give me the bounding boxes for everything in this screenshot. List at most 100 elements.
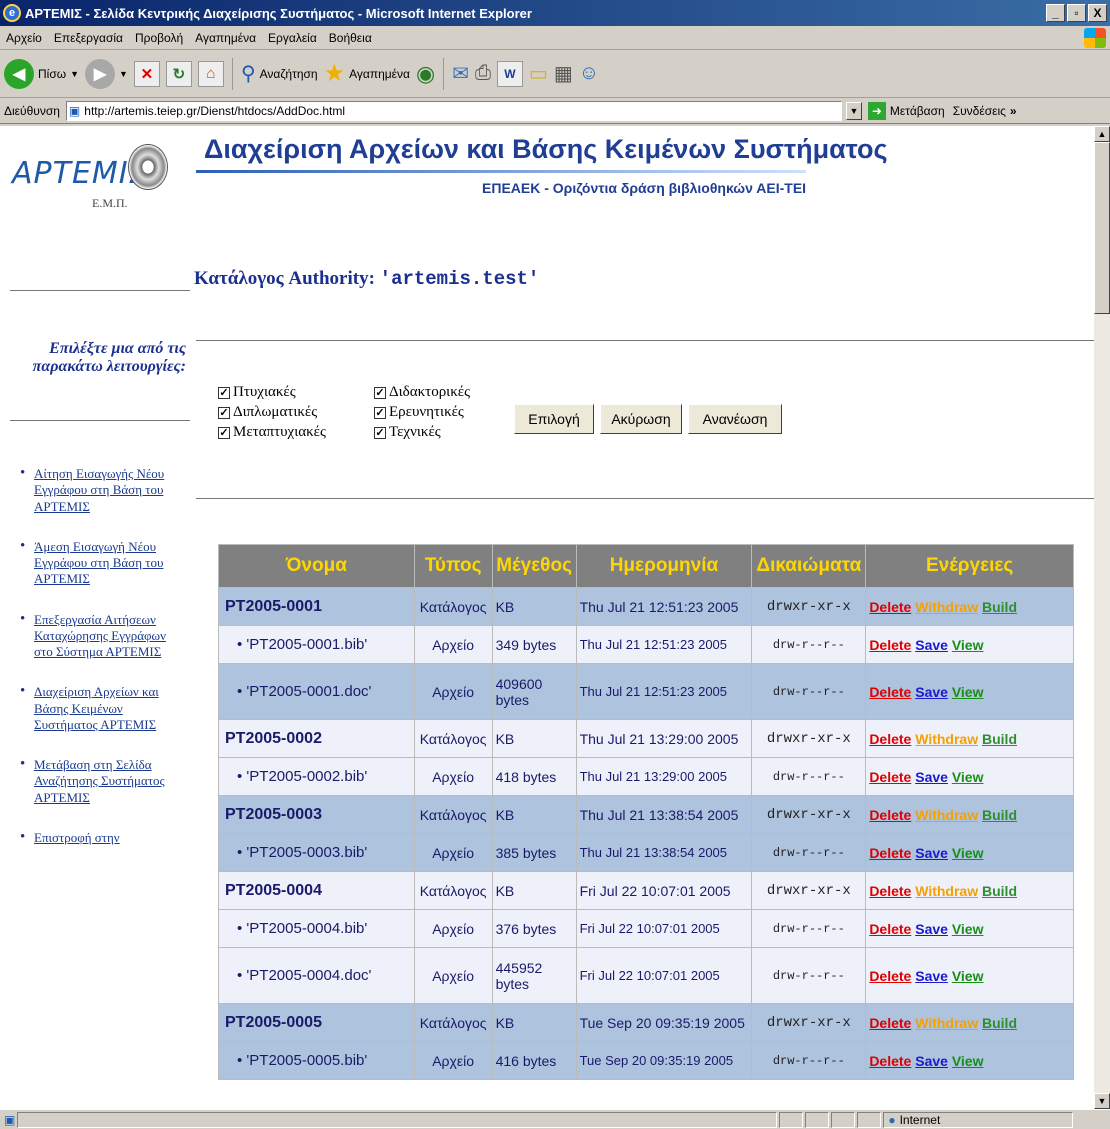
address-url[interactable]: http://artemis.teiep.gr/Dienst/htdocs/Ad… [84,104,345,118]
cell-name[interactable]: PT2005-0003 [218,795,415,834]
vertical-scrollbar[interactable]: ▲ ▼ [1094,126,1110,1109]
withdraw-link[interactable]: Withdraw [915,883,978,899]
save-link[interactable]: Save [915,684,948,700]
checkbox-checked[interactable]: ✓ [218,426,230,439]
back-button[interactable]: ◀ Πίσω ▼ [4,58,79,89]
cell-name[interactable]: PT2005-0004 [218,871,415,910]
view-link[interactable]: View [952,968,984,984]
delete-link[interactable]: Delete [869,1053,911,1069]
menu-edit[interactable]: Επεξεργασία [54,31,123,45]
links-button[interactable]: Συνδέσεις [953,104,1006,118]
checkbox-checked[interactable]: ✓ [218,406,230,419]
refresh-icon[interactable]: ↻ [165,60,192,87]
address-field[interactable]: ▣ http://artemis.teiep.gr/Dienst/htdocs/… [65,100,842,121]
withdraw-link[interactable]: Withdraw [915,807,978,823]
menu-file[interactable]: Αρχείο [6,31,42,45]
nav-link-process-requests[interactable]: Επεξεργασία Αιτήσεων Καταχώρησης Εγγράφω… [34,612,184,661]
go-button[interactable]: Μετάβαση [890,104,945,118]
checkbox-metaptyxiakes[interactable]: ✓ Μεταπτυχιακές [218,424,374,441]
column-header-permissions[interactable]: Δικαιώματα [751,544,867,588]
messenger-icon[interactable]: ☺ [579,62,599,85]
delete-link[interactable]: Delete [869,1015,911,1031]
cell-name[interactable]: • 'PT2005-0003.bib' [218,833,415,872]
print-icon[interactable]: ⎙ [475,62,491,85]
build-link[interactable]: Build [982,807,1017,823]
checkbox-checked[interactable]: ✓ [374,386,386,399]
nav-link-manage-files[interactable]: Διαχείριση Αρχείων και Βάσης Κειμένων Συ… [34,684,184,733]
nav-link-search-page[interactable]: Μετάβαση στη Σελίδα Αναζήτησης Συστήματο… [34,757,184,806]
cell-name[interactable]: • 'PT2005-0004.doc' [218,947,415,1004]
history-icon[interactable]: ◉ [416,61,435,87]
cell-name[interactable]: • 'PT2005-0005.bib' [218,1041,415,1080]
withdraw-link[interactable]: Withdraw [915,731,978,747]
delete-link[interactable]: Delete [869,968,911,984]
cancel-button[interactable]: Ακύρωση [600,404,682,434]
view-link[interactable]: View [952,845,984,861]
minimize-button[interactable]: _ [1046,4,1065,22]
mail-icon[interactable]: ✉ [452,61,469,86]
nav-link-request-insert[interactable]: Αίτηση Εισαγωγής Νέου Εγγράφου στη Βάση … [34,466,184,515]
nav-link-return[interactable]: Επιστροφή στην [34,830,184,846]
checkbox-diplomatikes[interactable]: ✓ Διπλωματικές [218,404,374,421]
save-link[interactable]: Save [915,968,948,984]
delete-link[interactable]: Delete [869,883,911,899]
build-link[interactable]: Build [982,1015,1017,1031]
delete-link[interactable]: Delete [869,921,911,937]
cell-name[interactable]: PT2005-0001 [218,587,415,626]
column-header-size[interactable]: Μέγεθος [491,544,577,588]
checkbox-checked[interactable]: ✓ [374,406,386,419]
save-link[interactable]: Save [915,921,948,937]
cell-name[interactable]: • 'PT2005-0001.bib' [218,625,415,664]
column-header-type[interactable]: Τύπος [413,544,493,588]
checkbox-checked[interactable]: ✓ [374,426,386,439]
search-button[interactable]: ⚲ Αναζήτηση [241,61,318,86]
edit-word-icon[interactable]: W [496,60,523,87]
stop-icon[interactable]: ✕ [133,60,160,87]
refresh-button[interactable]: Ανανέωση [688,404,782,434]
address-dropdown-button[interactable]: ▼ [845,101,862,120]
menu-favorites[interactable]: Αγαπημένα [195,31,256,45]
scroll-up-button[interactable]: ▲ [1094,126,1110,142]
cell-name[interactable]: • 'PT2005-0001.doc' [218,663,415,720]
folder-icon[interactable]: ▭ [529,61,548,86]
close-button[interactable]: X [1088,4,1107,22]
column-header-actions[interactable]: Ενέργειες [865,544,1074,588]
maximize-button[interactable]: ▫ [1067,4,1086,22]
favorites-button[interactable]: ★ Αγαπημένα [324,59,410,88]
view-link[interactable]: View [952,921,984,937]
delete-link[interactable]: Delete [869,599,911,615]
chevron-right-icon[interactable]: » [1010,104,1017,118]
forward-button[interactable]: ▶ ▼ [85,58,128,89]
cell-name[interactable]: PT2005-0002 [218,719,415,758]
save-link[interactable]: Save [915,845,948,861]
save-link[interactable]: Save [915,769,948,785]
view-link[interactable]: View [952,769,984,785]
checkbox-texnikes[interactable]: ✓ Τεχνικές [374,424,514,441]
delete-link[interactable]: Delete [869,731,911,747]
column-header-date[interactable]: Ημερομηνία [575,544,753,588]
view-link[interactable]: View [952,637,984,653]
withdraw-link[interactable]: Withdraw [915,1015,978,1031]
save-link[interactable]: Save [915,1053,948,1069]
research-icon[interactable]: ▦ [554,61,573,86]
checkbox-checked[interactable]: ✓ [218,386,230,399]
delete-link[interactable]: Delete [869,845,911,861]
scroll-thumb[interactable] [1094,142,1110,314]
home-icon[interactable]: ⌂ [197,60,224,87]
withdraw-link[interactable]: Withdraw [915,599,978,615]
cell-name[interactable]: • 'PT2005-0004.bib' [218,909,415,948]
build-link[interactable]: Build [982,599,1017,615]
cell-name[interactable]: PT2005-0005 [218,1003,415,1042]
menu-help[interactable]: Βοήθεια [329,31,372,45]
build-link[interactable]: Build [982,883,1017,899]
go-arrow-icon[interactable]: ➜ [867,101,886,120]
delete-link[interactable]: Delete [869,807,911,823]
checkbox-ptyxiakes[interactable]: ✓ Πτυχιακές [218,384,374,401]
view-link[interactable]: View [952,1053,984,1069]
delete-link[interactable]: Delete [869,769,911,785]
checkbox-erevnitikes[interactable]: ✓ Ερευνητικές [374,404,514,421]
view-link[interactable]: View [952,684,984,700]
scroll-down-button[interactable]: ▼ [1094,1093,1110,1109]
delete-link[interactable]: Delete [869,684,911,700]
column-header-name[interactable]: Όνομα [218,544,415,588]
